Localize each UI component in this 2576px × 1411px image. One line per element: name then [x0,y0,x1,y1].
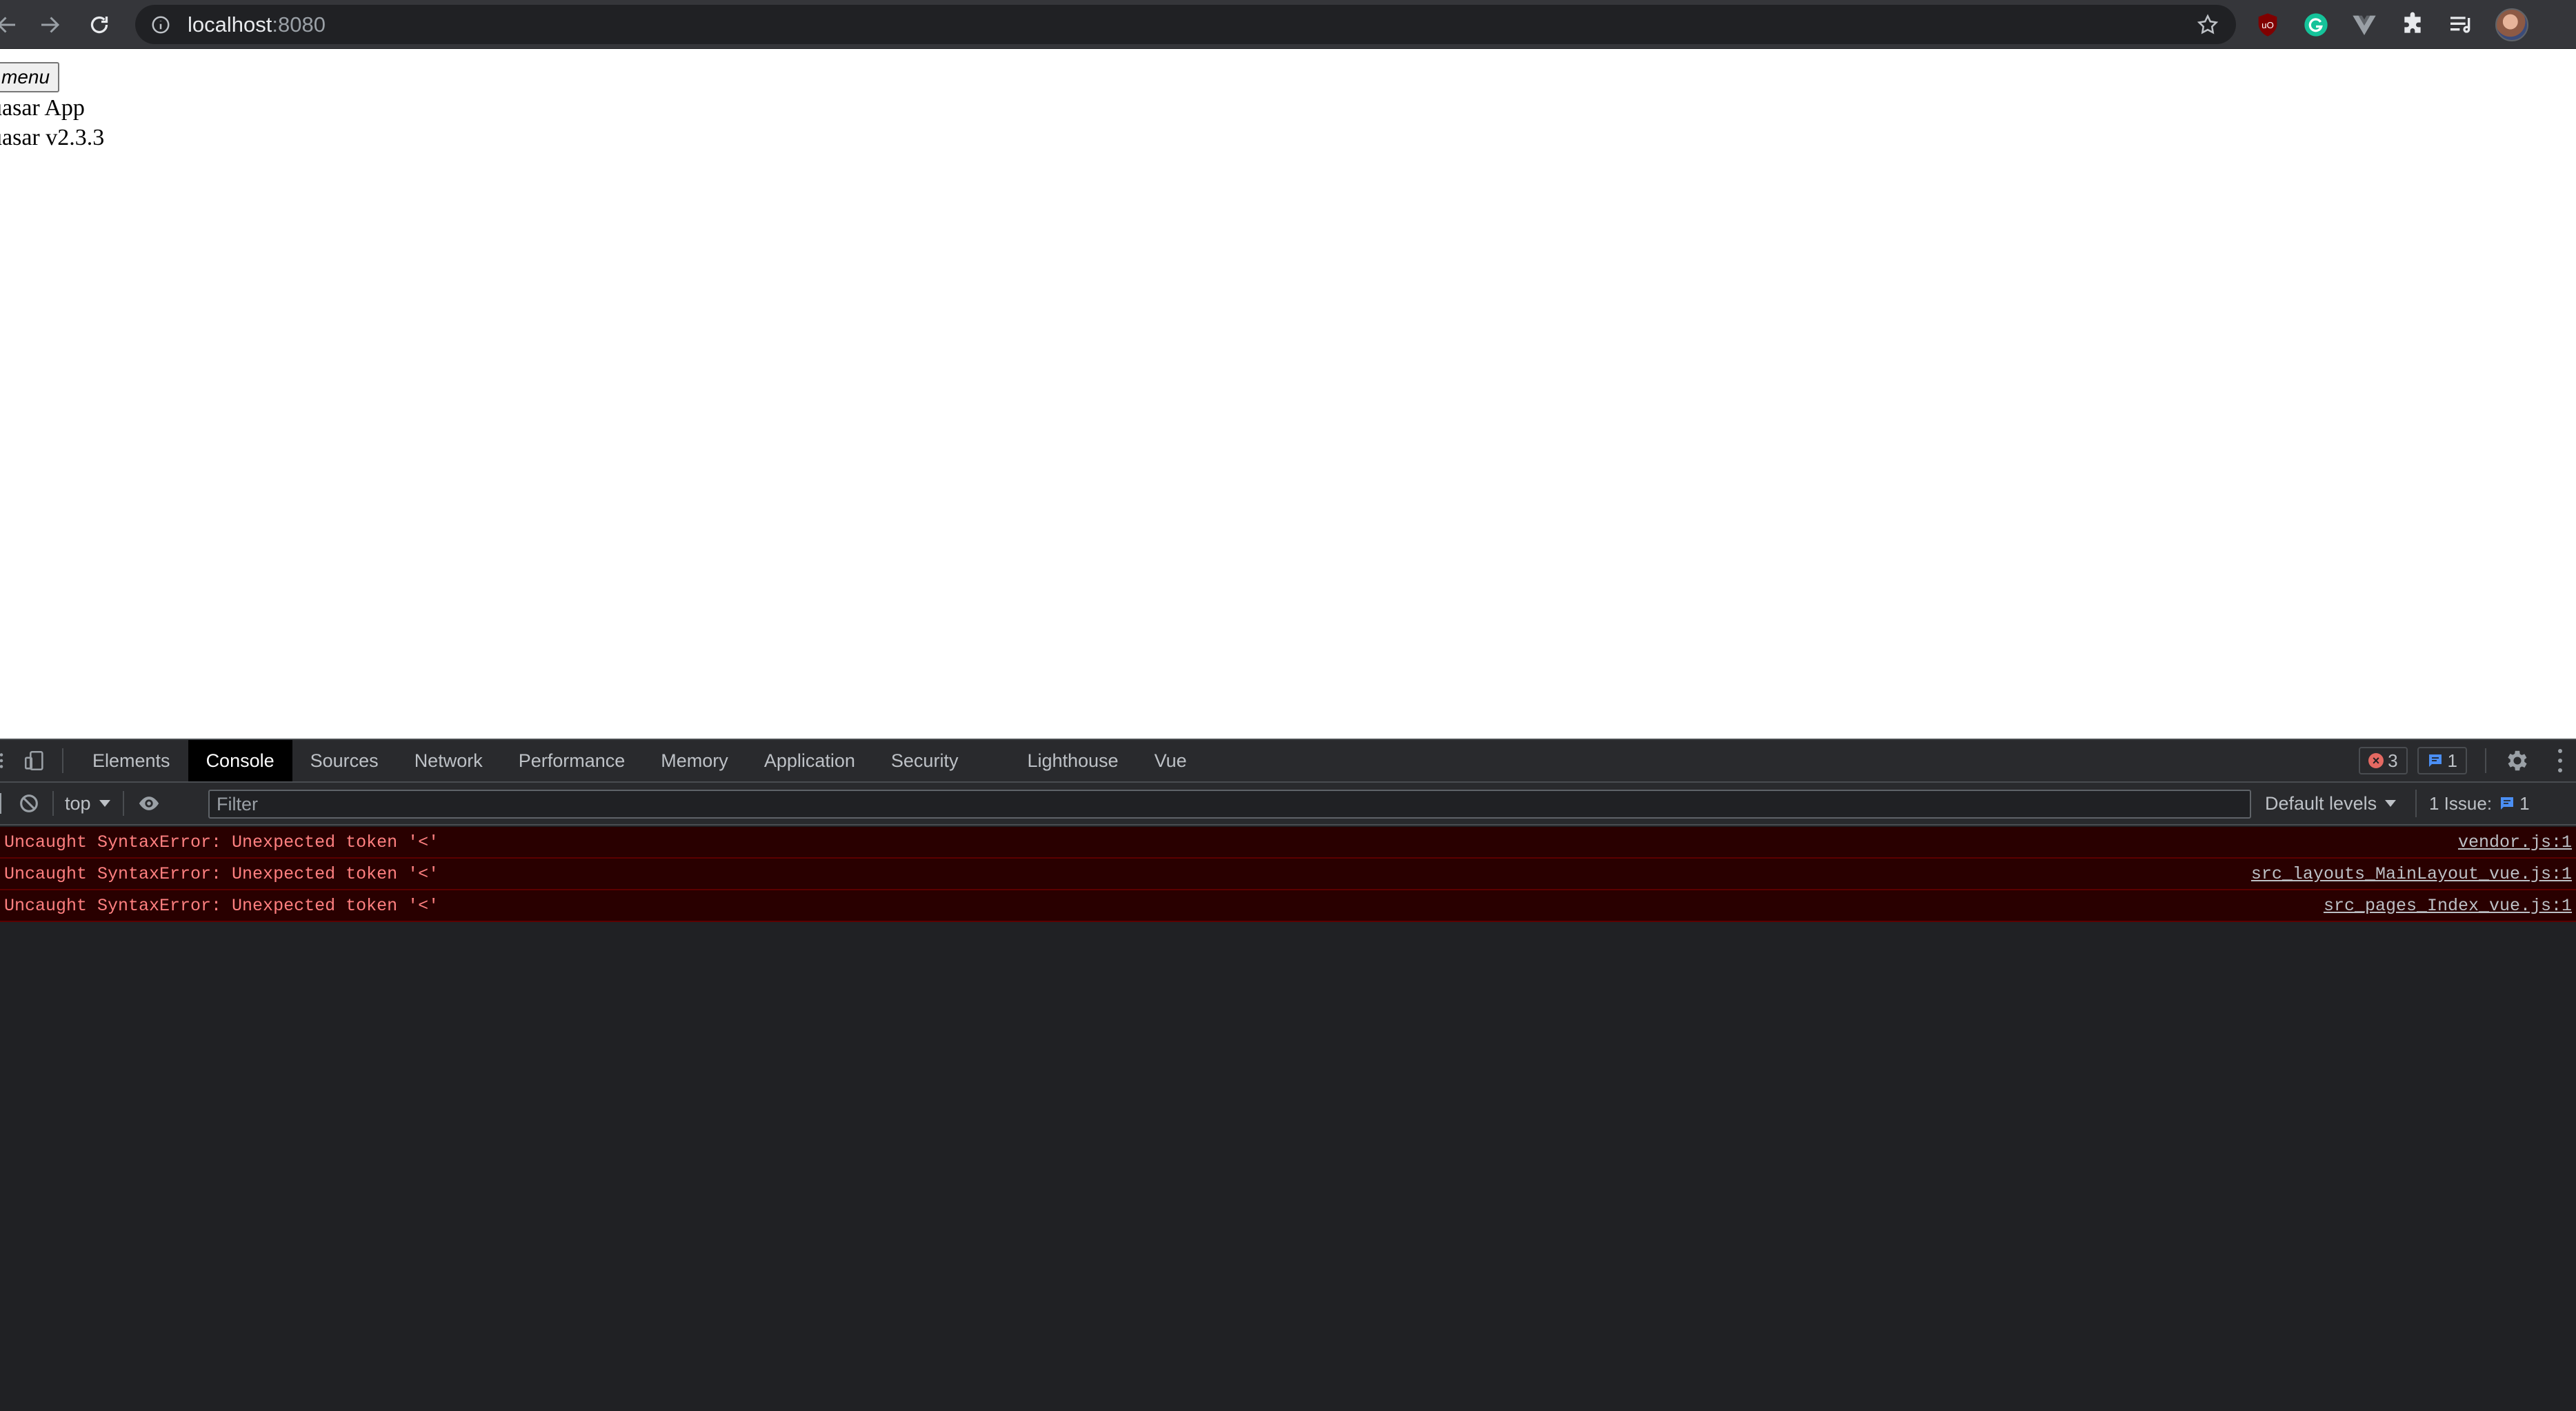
context-selector[interactable]: top [65,793,110,814]
chevron-down-icon [2385,800,2397,807]
url-port: :8080 [272,12,326,37]
reload-button[interactable] [79,4,120,46]
levels-label: Default levels [2265,792,2377,814]
chevron-down-icon [99,800,110,807]
kebab-dot [2558,749,2562,753]
devtools-tab-bar: Elements Console Sources Network Perform… [0,740,2576,783]
url-host: localhost [188,12,272,37]
issues-count: 1 [2519,792,2530,814]
source-link[interactable]: src_layouts_MainLayout_vue.js:1 [2251,864,2572,884]
tab-console[interactable]: Console [188,740,292,781]
console-error-row: Uncaught SyntaxError: Unexpected token '… [0,827,2576,859]
tab-network[interactable]: Network [397,740,501,781]
forward-button[interactable] [29,4,70,46]
tab-performance[interactable]: Performance [501,740,643,781]
devtools-status-area: × 3 1 [2359,740,2564,781]
issues-label: 1 Issue: [2429,792,2493,814]
devtools-panel: Elements Console Sources Network Perform… [0,739,2576,1411]
extensions-menu[interactable] [2399,11,2426,39]
message-count: 1 [2447,750,2457,771]
console-messages: Uncaught SyntaxError: Unexpected token '… [0,827,2576,922]
source-link[interactable]: vendor.js:1 [2458,832,2572,852]
playlist-icon [2450,16,2470,33]
profile-avatar[interactable] [2495,8,2528,41]
console-filter-bar: top Default levels 1 Issue: 1 [0,783,2576,825]
kebab-dot [2558,759,2562,763]
grammarly-g-icon [2304,12,2328,37]
error-message: Uncaught SyntaxError: Unexpected token '… [4,863,439,884]
svg-text:uO: uO [2262,20,2274,30]
error-count: 3 [2388,750,2398,771]
tab-memory[interactable]: Memory [643,740,746,781]
bookmark-star-icon[interactable] [2196,13,2219,37]
status-separator [2485,748,2486,773]
tab-sources[interactable]: Sources [292,740,397,781]
tab-vue[interactable]: Vue [1137,740,1205,781]
log-levels-dropdown[interactable]: Default levels [2265,783,2397,824]
reading-list-button[interactable] [2447,11,2475,39]
tab-security[interactable]: Security [873,740,1010,781]
device-toolbar-button[interactable] [18,744,51,777]
back-button[interactable] [0,4,28,46]
arrow-left-icon [0,17,15,33]
live-expression-button[interactable] [132,787,166,820]
drag-handle-icon [0,753,3,768]
error-count-badge[interactable]: × 3 [2359,747,2408,774]
grammarly-extension[interactable] [2302,11,2330,39]
tab-lighthouse[interactable]: Lighthouse [1009,740,1136,781]
tab-elements[interactable]: Elements [74,740,188,781]
tab-application[interactable]: Application [746,740,873,781]
extensions-bar: uO [2254,0,2528,49]
error-x-icon: × [2368,753,2384,768]
tab-separator [62,748,63,773]
arrow-right-icon [41,17,60,33]
address-bar[interactable]: localhost:8080 [135,5,2236,44]
reload-icon [90,16,108,34]
eye-icon [139,797,159,810]
filter-separator [122,791,124,816]
info-icon[interactable] [150,14,171,35]
message-count-badge[interactable]: 1 [2417,747,2467,774]
block-icon [20,794,38,812]
clear-console-button[interactable] [12,787,46,820]
sidebar-toggle-button[interactable] [0,793,1,814]
ublock-extension[interactable]: uO [2254,11,2282,39]
console-error-row: Uncaught SyntaxError: Unexpected token '… [0,890,2576,922]
browser-toolbar: localhost:8080 uO [0,0,2576,49]
issues-count-badge: 1 [2499,792,2530,814]
puzzle-piece-icon [2404,12,2421,33]
message-icon [2428,754,2442,767]
app-title: uasar App [0,95,85,121]
error-message: Uncaught SyntaxError: Unexpected token '… [4,832,439,852]
console-error-row: Uncaught SyntaxError: Unexpected token '… [0,859,2576,890]
error-message: Uncaught SyntaxError: Unexpected token '… [4,895,439,916]
settings-gear-icon[interactable] [2504,748,2530,774]
ublock-shield-icon: uO [2258,12,2277,37]
vue-devtools-extension[interactable] [2350,11,2378,39]
source-link[interactable]: src_pages_Index_vue.js:1 [2324,896,2572,916]
menu-button[interactable]: menu [0,62,60,92]
vue-logo-icon [2353,15,2376,35]
message-icon [2501,797,2514,810]
devtools-more-menu[interactable] [2557,749,2564,772]
kebab-dot [2558,768,2562,772]
inspect-element-button[interactable] [0,744,18,777]
device-toggle-icon [24,750,43,771]
app-version: uasar v2.3.3 [0,125,105,150]
console-filter-input[interactable] [208,790,2251,819]
filter-separator [52,791,54,816]
page-viewport: menu uasar App uasar v2.3.3 [0,49,2576,739]
context-label: top [65,792,91,814]
issues-button[interactable]: 1 Issue: 1 [2415,790,2542,817]
